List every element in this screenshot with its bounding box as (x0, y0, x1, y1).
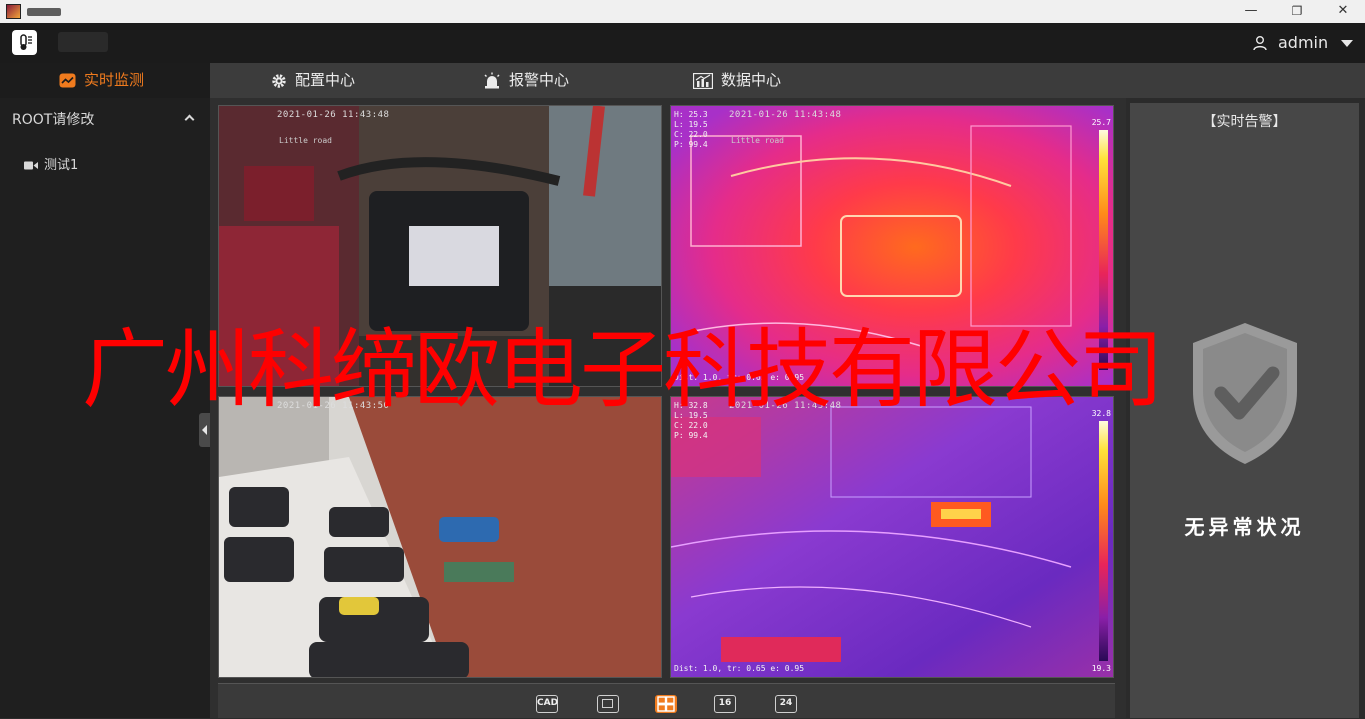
video-frame (219, 397, 661, 677)
quad-view-button[interactable] (655, 695, 677, 713)
camera-timestamp: 2021-01-26 11:43:48 (729, 110, 842, 120)
video-cell-1[interactable]: 2021-01-26 11:43:48 Little road (218, 105, 662, 387)
video-frame (219, 106, 661, 386)
tab-config-center[interactable]: 配置中心 (271, 63, 355, 98)
thermal-params: Dist: 1.0, tr: 0.65 e: 0.95 (674, 373, 805, 382)
scale-min-label: 19.3 (1091, 664, 1111, 673)
quad-view-icon (657, 696, 675, 712)
alarm-panel-title: 【实时告警】 (1202, 114, 1287, 130)
readout-center: C: 22.0 (674, 421, 708, 430)
alarm-icon (484, 72, 500, 89)
minimize-button[interactable]: — (1228, 0, 1274, 23)
close-button[interactable]: ✕ (1320, 0, 1365, 23)
user-icon (1253, 36, 1267, 51)
camera-timestamp: 2021-01-26 11:43:50 (277, 401, 390, 411)
video-cell-4[interactable]: H: 32.8 L: 19.5 C: 22.0 P: 99.4 2021-01-… (670, 396, 1114, 678)
single-view-button[interactable] (597, 695, 619, 713)
window-title-bar: — ❐ ✕ (0, 0, 1365, 23)
tab-data-center[interactable]: 数据中心 (693, 63, 781, 98)
temperature-scale-bar (1099, 421, 1108, 661)
alarm-status-text: 无异常状况 (1184, 515, 1305, 539)
tree-root-node[interactable]: ROOT请修改 (12, 111, 197, 129)
alarm-panel-body: 【实时告警】 无异常状况 (1130, 103, 1359, 718)
video-cell-3[interactable]: 2021-01-26 11:43:50 (218, 396, 662, 678)
chevron-up-icon[interactable] (184, 114, 195, 125)
chart-icon (59, 73, 76, 88)
chevron-down-icon (1341, 40, 1353, 47)
scale-max-label: 32.8 (1091, 409, 1111, 418)
realtime-alarm-panel: 【实时告警】 无异常状况 (1126, 98, 1365, 718)
twentyfour-view-icon: 24 (779, 698, 793, 708)
readout-center: C: 22.0 (674, 130, 708, 139)
app-header: admin (0, 23, 1365, 63)
video-cell-2[interactable]: H: 25.3 L: 19.5 C: 22.0 P: 99.4 2021-01-… (670, 105, 1114, 387)
user-name: admin (1278, 33, 1329, 52)
restore-button[interactable]: ❐ (1274, 0, 1320, 23)
bar-chart-icon (693, 72, 713, 89)
tab-label: 实时监测 (84, 71, 145, 89)
gear-icon (272, 73, 286, 88)
camera-timestamp: 2021-01-26 11:43:48 (729, 401, 842, 411)
tree-item-label: 测试1 (44, 158, 79, 173)
thermal-readout: H: 32.8 L: 19.5 C: 22.0 P: 99.4 (674, 401, 708, 441)
thermal-params: Dist: 1.0, tr: 0.65 e: 0.95 (674, 664, 805, 673)
readout-low: L: 19.5 (674, 411, 708, 420)
app-logo (12, 30, 37, 55)
tab-label: 数据中心 (721, 71, 782, 89)
camera-icon (24, 161, 38, 170)
tree-item-camera[interactable]: 测试1 (24, 157, 78, 175)
sixteen-view-icon: 16 (718, 698, 732, 708)
readout-high: H: 25.3 (674, 110, 708, 119)
thermal-readout: H: 25.3 L: 19.5 C: 22.0 P: 99.4 (674, 110, 708, 150)
cad-button[interactable]: CAD (536, 695, 558, 713)
camera-tag: Little road (731, 136, 784, 145)
readout-point: P: 99.4 (674, 140, 708, 149)
camera-tag: Little road (279, 136, 332, 145)
twentyfour-view-button[interactable]: 24 (775, 695, 797, 713)
tab-realtime-monitor[interactable]: 实时监测 (0, 63, 210, 98)
layout-toolbar: CAD 16 24 (218, 683, 1115, 718)
temperature-scale-bar (1099, 130, 1108, 370)
tab-label: 报警中心 (509, 71, 570, 89)
tab-alarm-center[interactable]: 报警中心 (483, 63, 569, 98)
readout-high: H: 32.8 (674, 401, 708, 410)
device-tree-sidebar: ROOT请修改 测试1 (0, 98, 210, 718)
app-icon (6, 4, 21, 19)
readout-low: L: 19.5 (674, 120, 708, 129)
thermal-frame (671, 397, 1113, 677)
main-nav: 实时监测 配置中心 报警中心 数据中心 (0, 63, 1365, 98)
scale-max-label: 25.7 (1091, 118, 1111, 127)
tab-label: 配置中心 (295, 71, 356, 89)
cad-icon: CAD (537, 698, 559, 708)
tree-root-label: ROOT请修改 (12, 112, 95, 128)
shield-check-icon (1193, 323, 1297, 464)
brand-name (58, 32, 108, 52)
thermal-frame (671, 106, 1113, 386)
thermometer-icon (20, 34, 32, 50)
readout-point: P: 99.4 (674, 431, 708, 440)
sixteen-view-button[interactable]: 16 (714, 695, 736, 713)
camera-timestamp: 2021-01-26 11:43:48 (277, 110, 390, 120)
single-view-icon (602, 699, 613, 708)
window-title (27, 8, 61, 16)
